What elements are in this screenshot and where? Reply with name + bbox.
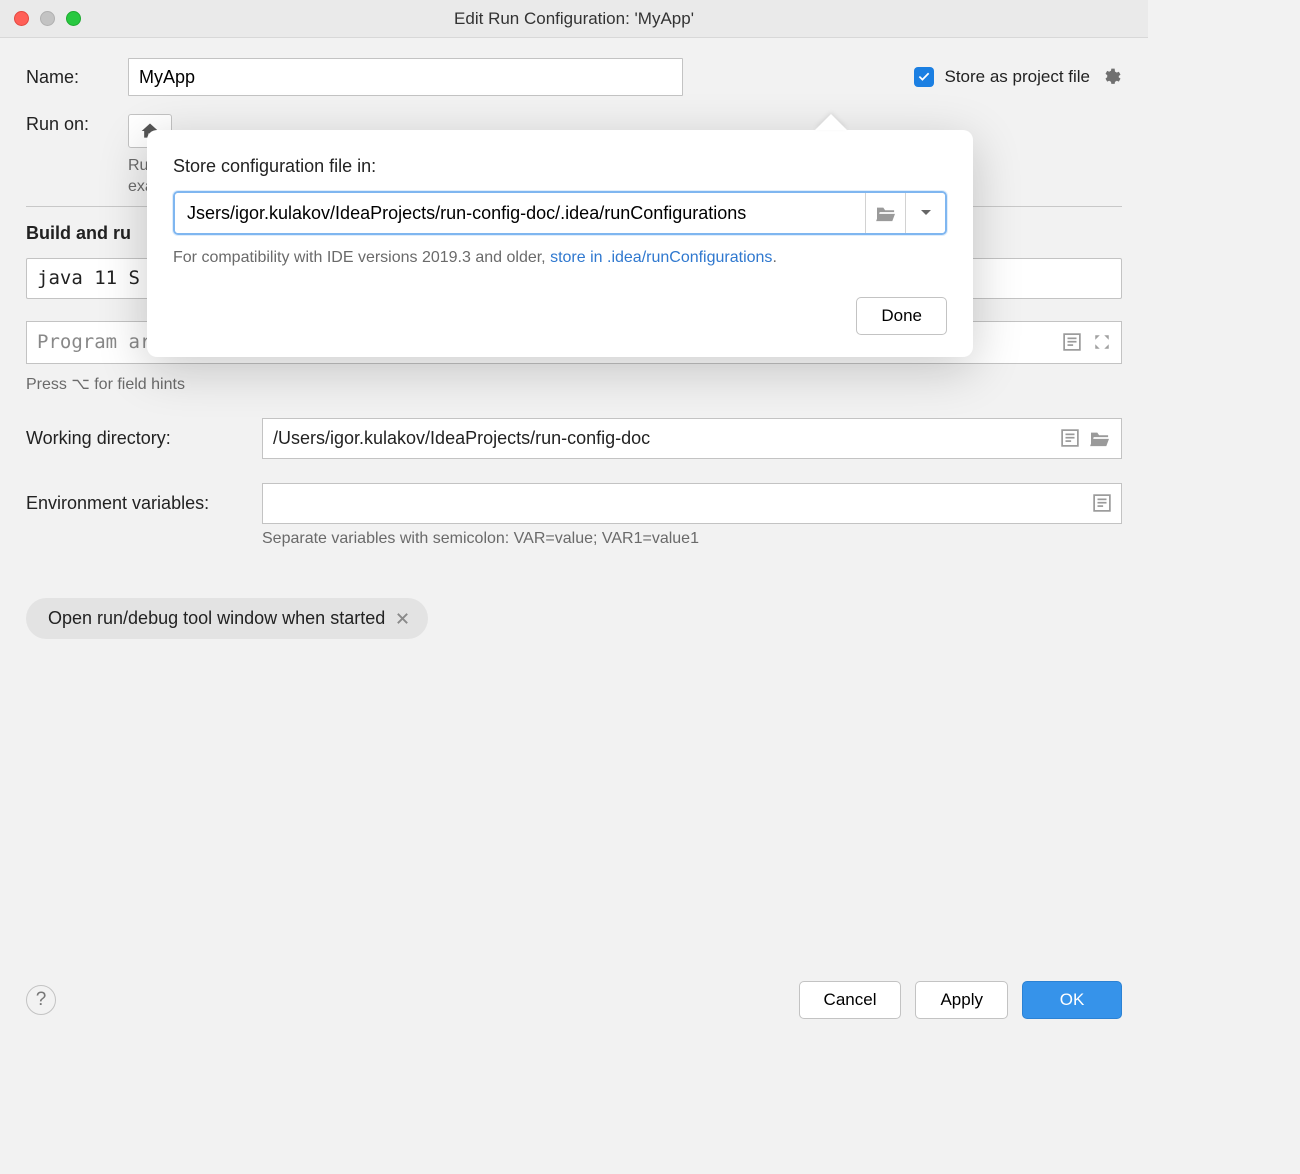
env-variables-row: Environment variables: [26, 483, 1122, 524]
macro-icon[interactable] [1061, 429, 1079, 447]
compat-suffix: . [772, 249, 776, 266]
cancel-button[interactable]: Cancel [799, 981, 902, 1019]
list-icon[interactable] [1093, 494, 1111, 512]
remove-chip-icon[interactable] [395, 611, 410, 626]
titlebar: Edit Run Configuration: 'MyApp' [0, 0, 1148, 38]
folder-open-icon[interactable] [1089, 429, 1111, 447]
option-chip-open-tool-window[interactable]: Open run/debug tool window when started [26, 598, 428, 639]
working-directory-input[interactable]: /Users/igor.kulakov/IdeaProjects/run-con… [262, 418, 1122, 459]
config-path-input[interactable] [175, 193, 865, 233]
expand-icon[interactable] [1093, 333, 1111, 351]
apply-button[interactable]: Apply [915, 981, 1008, 1019]
working-directory-label: Working directory: [26, 428, 262, 449]
store-config-popover: Store configuration file in: For compati… [147, 130, 973, 357]
store-as-project-wrap: Store as project file [914, 66, 1122, 88]
help-button[interactable]: ? [26, 985, 56, 1015]
env-variables-label: Environment variables: [26, 493, 262, 514]
env-variables-input[interactable] [262, 483, 1122, 524]
window-title: Edit Run Configuration: 'MyApp' [0, 9, 1148, 29]
checkmark-icon [917, 70, 931, 84]
working-directory-value: /Users/igor.kulakov/IdeaProjects/run-con… [273, 428, 650, 449]
gear-icon [1101, 67, 1121, 87]
store-as-project-label: Store as project file [944, 67, 1090, 87]
dialog-footer: ? Cancel Apply OK [26, 981, 1122, 1019]
name-row: Name: Store as project file [26, 58, 1122, 96]
env-variables-helper: Separate variables with semicolon: VAR=v… [262, 530, 1122, 548]
done-button[interactable]: Done [856, 297, 947, 335]
jdk-value: java 11 S [37, 267, 140, 289]
compat-text: For compatibility with IDE versions 2019… [173, 249, 550, 266]
chevron-down-icon [920, 207, 932, 219]
name-label: Name: [26, 67, 128, 88]
chip-label: Open run/debug tool window when started [48, 608, 385, 629]
ok-button[interactable]: OK [1022, 981, 1122, 1019]
popover-title: Store configuration file in: [173, 156, 947, 177]
compat-link[interactable]: store in .idea/runConfigurations [550, 249, 772, 266]
run-on-label: Run on: [26, 114, 128, 135]
macro-icon[interactable] [1063, 333, 1081, 351]
config-path-field [173, 191, 947, 235]
help-icon: ? [36, 989, 47, 1011]
store-as-project-gear-button[interactable] [1100, 66, 1122, 88]
store-as-project-checkbox[interactable] [914, 67, 934, 87]
compat-note: For compatibility with IDE versions 2019… [173, 249, 947, 267]
working-directory-row: Working directory: /Users/igor.kulakov/I… [26, 418, 1122, 459]
field-hint-text: Press ⌥ for field hints [26, 374, 1122, 394]
path-history-dropdown[interactable] [905, 193, 945, 233]
browse-path-button[interactable] [865, 193, 905, 233]
folder-open-icon [875, 204, 897, 222]
name-input[interactable] [128, 58, 683, 96]
